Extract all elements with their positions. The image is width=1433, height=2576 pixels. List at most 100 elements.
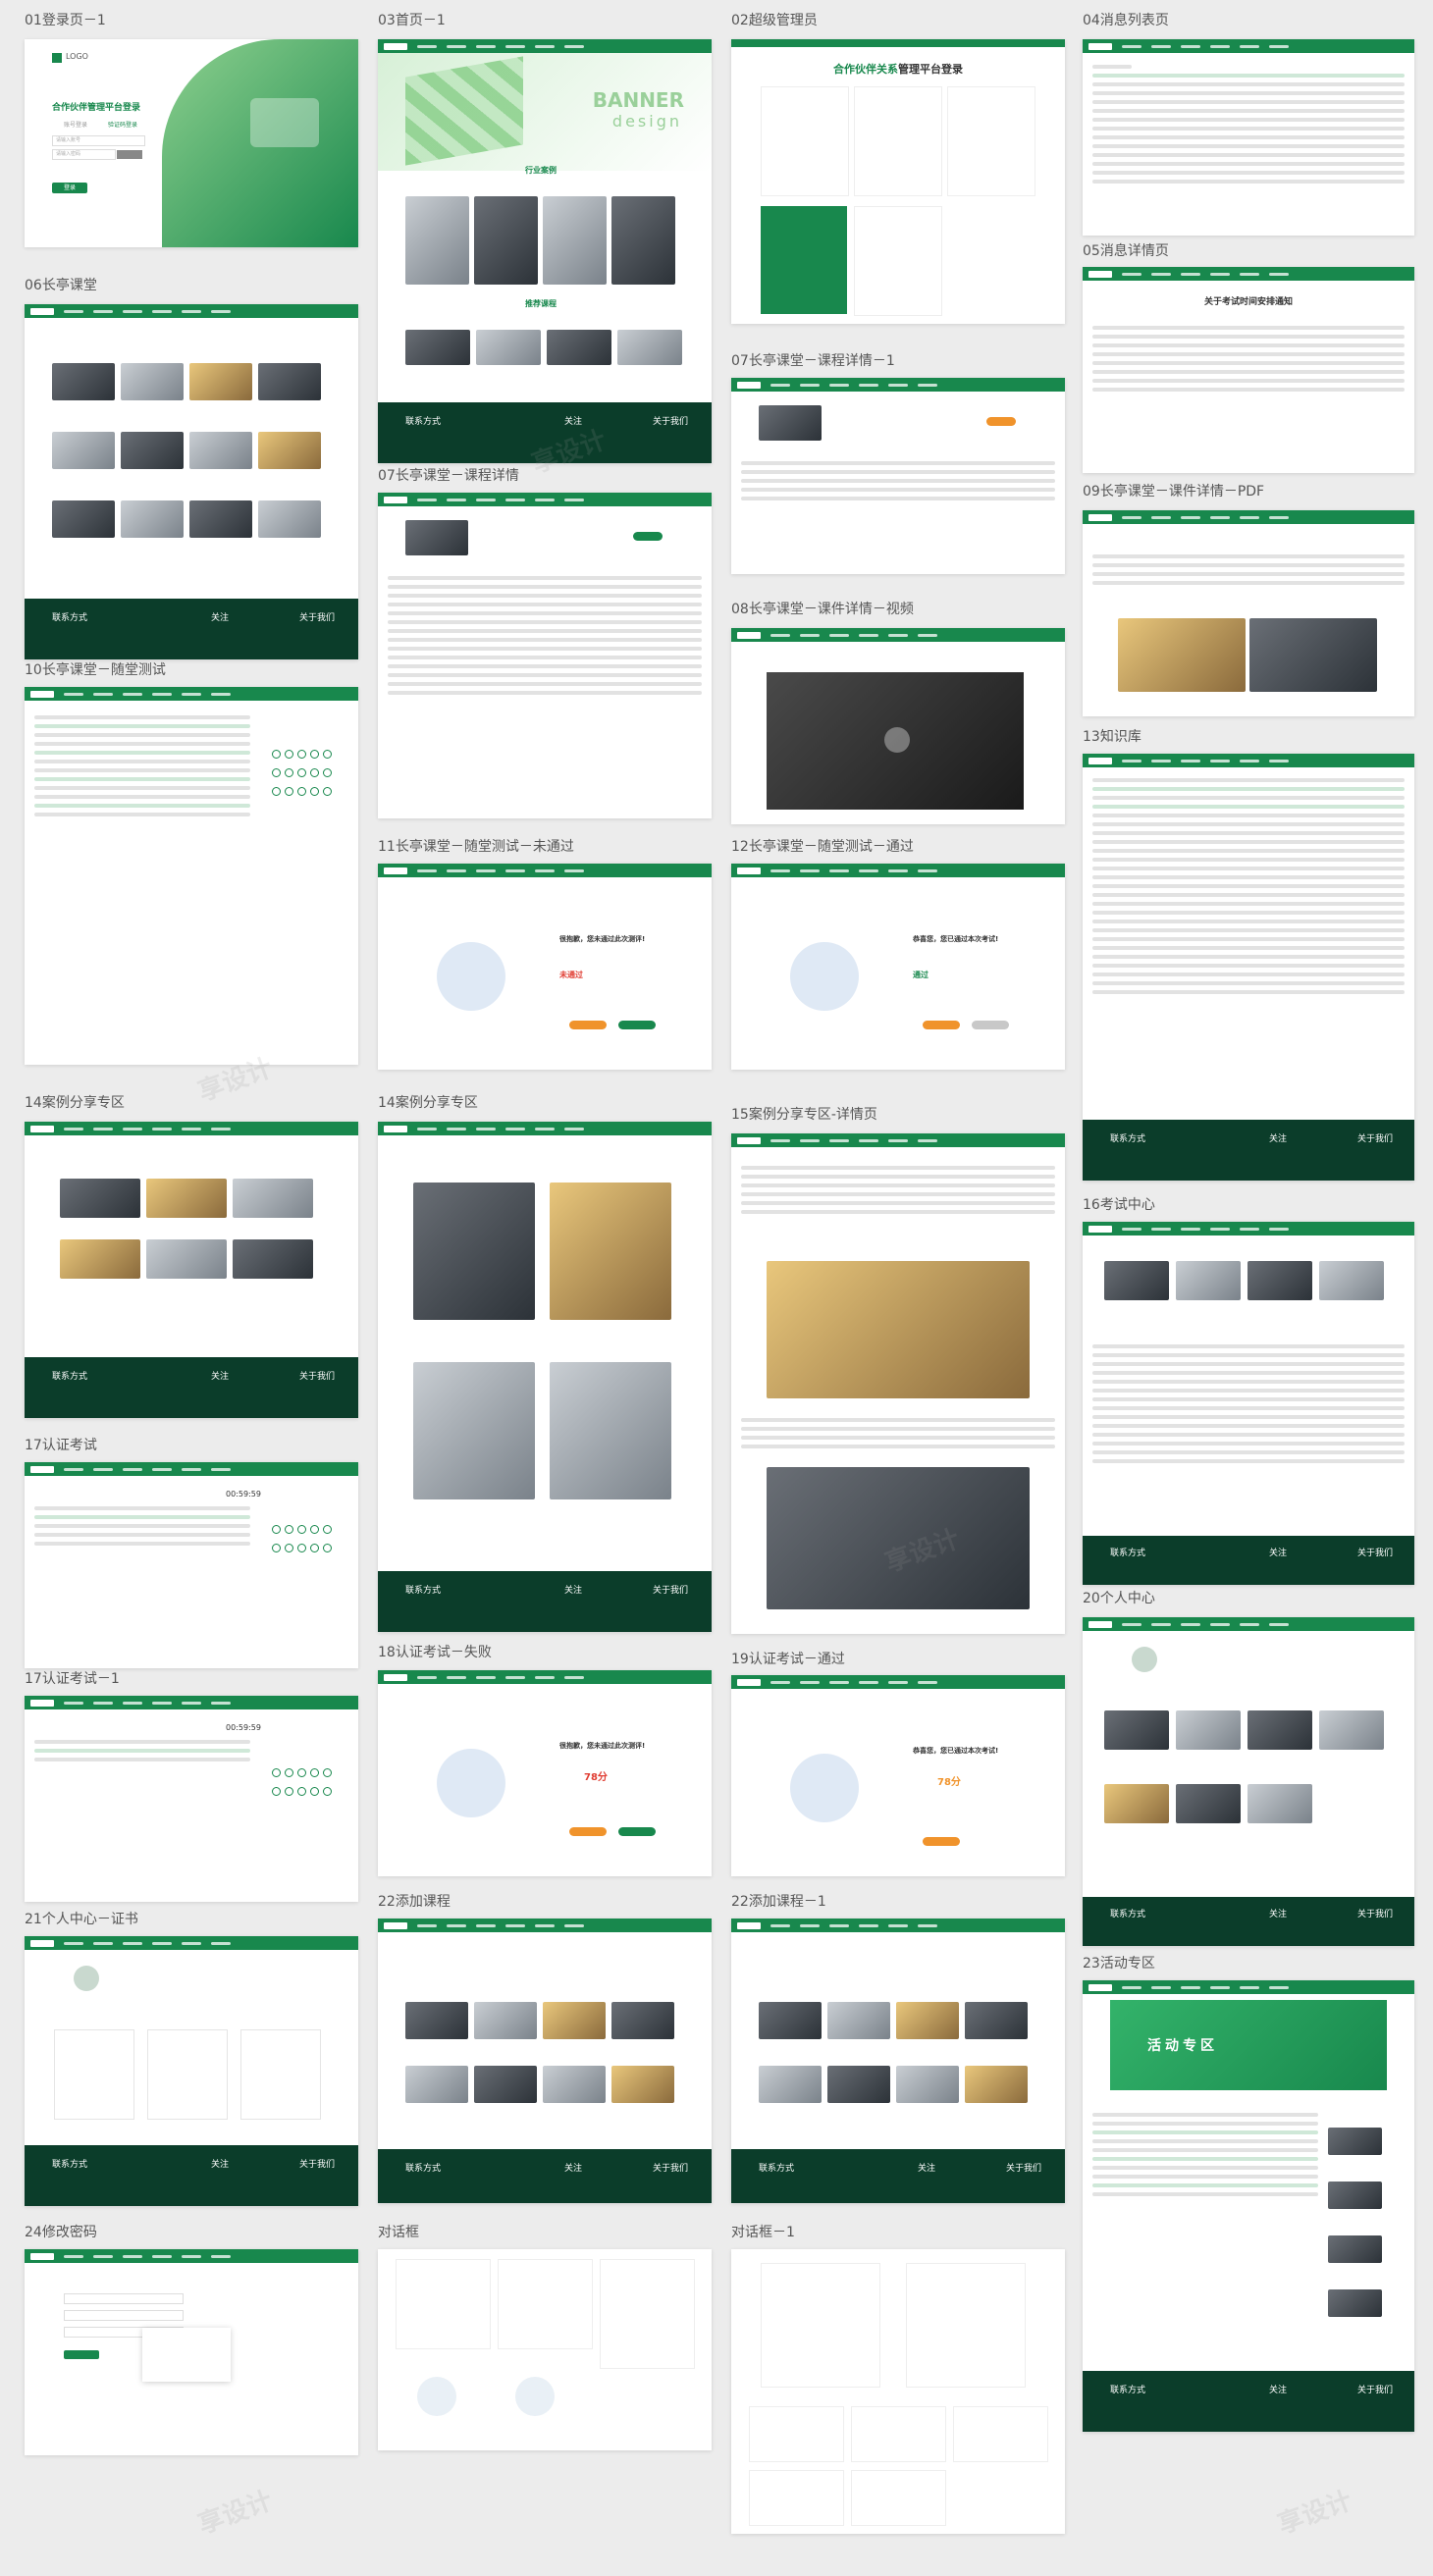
password-input[interactable]: 请输入密码 <box>52 149 116 160</box>
course-thumb[interactable] <box>189 363 252 400</box>
industry-photo[interactable] <box>474 196 538 285</box>
course-thumb[interactable] <box>1247 1710 1312 1750</box>
course-thumb[interactable] <box>52 363 115 400</box>
course-thumb[interactable] <box>1247 1784 1312 1823</box>
activity-thumb[interactable] <box>1328 2182 1382 2209</box>
exam-thumb[interactable] <box>1319 1261 1384 1300</box>
course-thumb[interactable] <box>405 2002 468 2039</box>
course-thumb[interactable] <box>759 2002 822 2039</box>
footer-contact: 联系方式 <box>405 417 442 427</box>
industry-photo[interactable] <box>543 196 607 285</box>
login-button[interactable]: 登录 <box>52 183 87 193</box>
case-thumb[interactable] <box>60 1179 140 1218</box>
section-recommend-title: 推荐课程 <box>525 299 557 308</box>
back-button[interactable] <box>569 1021 607 1029</box>
case-thumb[interactable] <box>146 1239 227 1279</box>
course-thumb[interactable] <box>965 2066 1028 2103</box>
course-thumb[interactable] <box>1176 1710 1241 1750</box>
course-thumb[interactable] <box>52 500 115 538</box>
course-thumb[interactable] <box>611 2002 674 2039</box>
course-thumb[interactable] <box>1104 1784 1169 1823</box>
course-thumb[interactable] <box>474 2002 537 2039</box>
back-button[interactable] <box>923 1021 960 1029</box>
course-thumb[interactable] <box>896 2002 959 2039</box>
course-thumb[interactable] <box>121 363 184 400</box>
start-course-button[interactable] <box>986 417 1016 426</box>
course-thumb[interactable] <box>1176 1784 1241 1823</box>
case-thumb[interactable] <box>550 1183 671 1320</box>
course-thumb[interactable] <box>121 432 184 469</box>
course-thumb[interactable] <box>896 2066 959 2103</box>
system-tile[interactable] <box>761 86 849 196</box>
course-thumb[interactable] <box>121 500 184 538</box>
course-thumb[interactable] <box>543 2002 606 2039</box>
certificate-card[interactable] <box>240 2029 321 2120</box>
course-thumb[interactable] <box>189 500 252 538</box>
top-nav <box>378 1919 712 1932</box>
course-thumb[interactable] <box>258 363 321 400</box>
exam-thumb[interactable] <box>1176 1261 1241 1300</box>
activity-thumb[interactable] <box>1328 2235 1382 2263</box>
case-thumb[interactable] <box>233 1239 313 1279</box>
activity-thumb[interactable] <box>1328 2128 1382 2155</box>
exam-thumb[interactable] <box>1104 1261 1169 1300</box>
case-thumb[interactable] <box>233 1179 313 1218</box>
back-button[interactable] <box>923 1837 960 1846</box>
exam-thumb[interactable] <box>1247 1261 1312 1300</box>
retry-button[interactable] <box>618 1021 656 1029</box>
case-thumb[interactable] <box>60 1239 140 1279</box>
fail-score: 78分 <box>584 1772 608 1783</box>
answer-sheet <box>270 1521 348 1558</box>
course-thumb[interactable] <box>258 500 321 538</box>
avatar[interactable] <box>74 1966 99 1991</box>
course-thumb[interactable] <box>189 432 252 469</box>
course-thumb[interactable] <box>547 330 611 365</box>
course-thumb[interactable] <box>405 2066 468 2103</box>
system-tile[interactable] <box>854 86 942 196</box>
course-thumb[interactable] <box>611 2066 674 2103</box>
course-thumb[interactable] <box>258 432 321 469</box>
activity-thumb[interactable] <box>1328 2289 1382 2317</box>
retry-button[interactable] <box>618 1827 656 1836</box>
system-tile-active[interactable] <box>761 206 847 314</box>
course-thumb[interactable] <box>543 2066 606 2103</box>
course-thumb[interactable] <box>52 432 115 469</box>
case-thumb[interactable] <box>550 1362 671 1499</box>
caption: 24修改密码 <box>25 2225 97 2240</box>
industry-photo[interactable] <box>611 196 675 285</box>
certificate-card[interactable] <box>54 2029 134 2120</box>
back-button[interactable] <box>569 1827 607 1836</box>
new-password-input[interactable] <box>64 2310 184 2321</box>
course-thumb[interactable] <box>965 2002 1028 2039</box>
video-courseware-mock <box>731 628 1065 824</box>
course-thumb[interactable] <box>1104 1710 1169 1750</box>
system-tile[interactable] <box>947 86 1035 196</box>
profile-mock: 联系方式 关注 关于我们 <box>1083 1617 1414 1946</box>
course-thumb[interactable] <box>474 2066 537 2103</box>
video-player[interactable] <box>767 672 1024 810</box>
industry-photo[interactable] <box>405 196 469 285</box>
system-tile[interactable] <box>854 206 942 316</box>
captcha-image[interactable] <box>117 150 142 159</box>
play-icon[interactable] <box>884 727 910 753</box>
course-thumb[interactable] <box>1319 1710 1384 1750</box>
enroll-button[interactable] <box>633 532 663 541</box>
course-thumb[interactable] <box>827 2002 890 2039</box>
case-thumb[interactable] <box>413 1362 535 1499</box>
avatar[interactable] <box>1132 1647 1157 1672</box>
footer-about: 关于我们 <box>1357 1910 1394 1919</box>
certificate-card[interactable] <box>147 2029 228 2120</box>
username-input[interactable]: 请输入账号 <box>52 135 145 146</box>
case-thumb[interactable] <box>146 1179 227 1218</box>
course-thumb[interactable] <box>405 330 470 365</box>
course-thumb[interactable] <box>827 2066 890 2103</box>
tab-account-login[interactable]: 账号登录 <box>64 120 87 129</box>
top-nav <box>731 1133 1065 1147</box>
tab-phone-login[interactable]: 验证码登录 <box>108 120 137 129</box>
case-thumb[interactable] <box>413 1183 535 1320</box>
course-thumb[interactable] <box>759 2066 822 2103</box>
confirm-button[interactable] <box>64 2350 99 2359</box>
old-password-input[interactable] <box>64 2293 184 2304</box>
course-thumb[interactable] <box>617 330 682 365</box>
course-thumb[interactable] <box>476 330 541 365</box>
